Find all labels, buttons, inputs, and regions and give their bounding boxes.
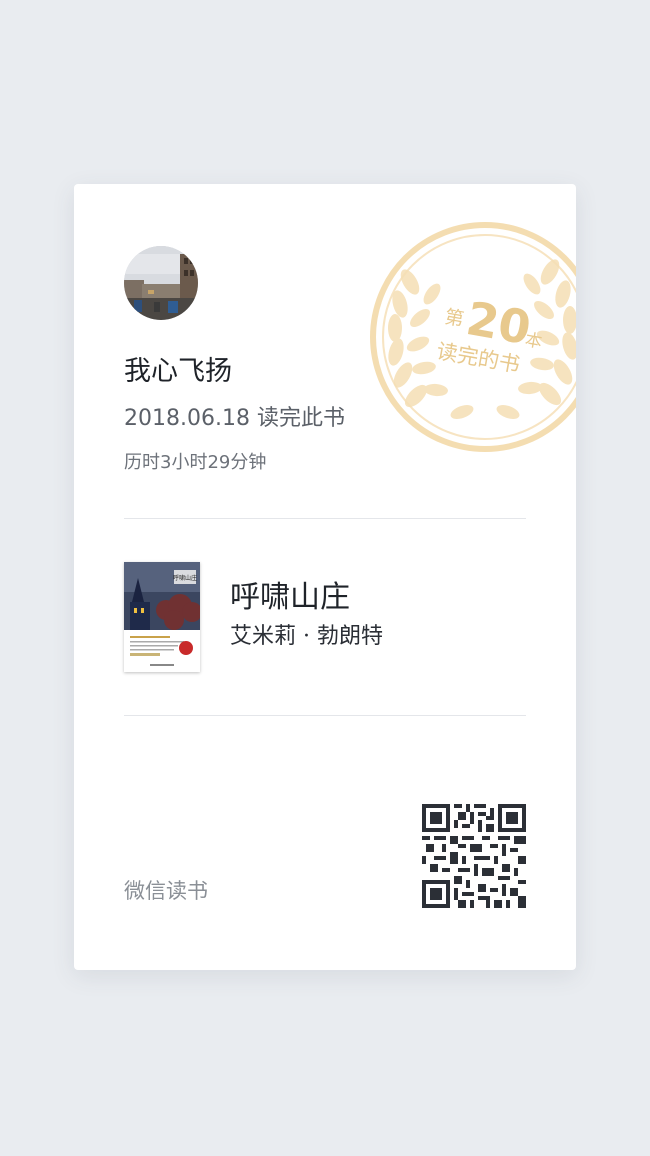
book-title[interactable]: 呼啸山庄 [230, 578, 350, 618]
cover-title: 呼啸山庄 [173, 574, 197, 582]
book-author: 艾米莉 · 勃朗特 [230, 624, 383, 649]
qr-code-icon[interactable] [422, 804, 526, 908]
finish-date: 2018.06.18 读完此书 [124, 406, 345, 431]
badge-suffix: 本 [523, 330, 543, 353]
avatar[interactable] [124, 246, 198, 320]
badge-prefix: 第 [443, 306, 466, 331]
divider-top [124, 518, 526, 519]
laurel-seal-icon: 第 20 本 读完的书 [370, 222, 576, 452]
reader-name: 我心飞扬 [124, 356, 232, 387]
app-brand: 微信读书 [124, 879, 208, 903]
reading-duration: 历时3小时29分钟 [124, 452, 267, 473]
finished-books-badge: 第 20 本 读完的书 [370, 222, 576, 452]
share-card: 我心飞扬 2018.06.18 读完此书 历时3小时29分钟 第 20 本 读完… [74, 184, 576, 970]
book-cover[interactable]: 呼啸山庄 [124, 562, 200, 672]
divider-bottom [124, 715, 526, 716]
